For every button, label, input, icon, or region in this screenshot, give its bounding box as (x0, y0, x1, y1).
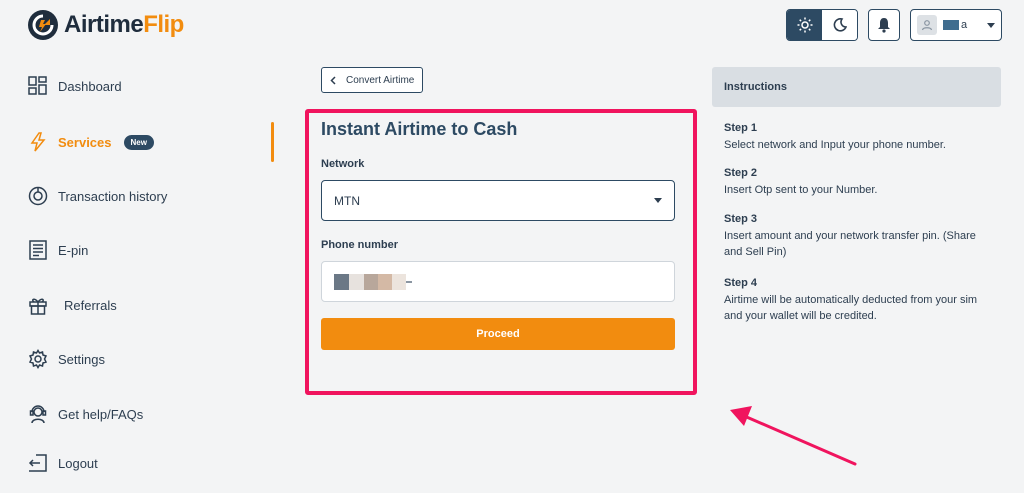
phone-number-input[interactable] (321, 261, 675, 302)
step-title: Step 4 (724, 277, 758, 289)
sidebar-item-services[interactable]: Services New (28, 132, 154, 152)
sidebar-item-settings[interactable]: Settings (28, 349, 105, 369)
page-title: Instant Airtime to Cash (321, 119, 518, 139)
new-badge: New (123, 134, 154, 150)
sidebar-item-label: Logout (58, 455, 98, 471)
instruction-step: Step 1 Select network and Input your pho… (724, 122, 994, 153)
user-icon (921, 20, 933, 31)
sun-icon (797, 17, 812, 33)
user-name-suffix: a (961, 19, 968, 31)
app-logo[interactable]: AirtimeFlip (28, 10, 184, 40)
redacted-phone-number (334, 273, 412, 290)
gift-icon (28, 295, 48, 315)
network-value: MTN (334, 193, 360, 208)
sidebar-item-label: Transaction history (58, 188, 168, 204)
sidebar-item-label: Dashboard (58, 78, 122, 94)
breadcrumb-label: Convert Airtime (346, 74, 415, 86)
step-text: Insert Otp sent to your Number. (724, 184, 878, 196)
network-label: Network (321, 158, 365, 170)
highlight-box (305, 109, 697, 395)
sidebar-item-referrals[interactable]: Referrals (28, 295, 117, 315)
active-indicator (271, 122, 274, 162)
step-text: Insert amount and your network transfer … (724, 230, 976, 258)
user-name: a (943, 19, 967, 31)
support-icon (28, 404, 48, 424)
history-icon (28, 186, 48, 206)
sidebar-item-label: Settings (58, 351, 105, 367)
sidebar-item-label: Services (58, 134, 112, 150)
logo-text: AirtimeFlip (64, 11, 184, 39)
instruction-step: Step 4 Airtime will be automatically ded… (724, 277, 994, 324)
sidebar-item-label: Get help/FAQs (58, 406, 144, 422)
receipt-icon (28, 240, 48, 260)
sidebar-item-help[interactable]: Get help/FAQs (28, 404, 143, 424)
notifications-button[interactable] (868, 9, 900, 41)
sidebar-item-dashboard[interactable]: Dashboard (28, 76, 122, 96)
instruction-step: Step 3 Insert amount and your network tr… (724, 213, 994, 260)
logo-text-part2: Flip (143, 11, 184, 38)
dashboard-icon (28, 76, 48, 96)
moon-icon (833, 18, 847, 32)
step-title: Step 1 (724, 122, 758, 134)
sidebar-item-transaction-history[interactable]: Transaction history (28, 186, 167, 206)
sidebar-item-logout[interactable]: Logout (28, 453, 98, 473)
sidebar-item-label: E-pin (58, 242, 89, 258)
step-text: Select network and Input your phone numb… (724, 139, 946, 151)
back-button[interactable]: Convert Airtime (321, 67, 424, 93)
annotation-arrow-icon (730, 406, 857, 466)
chevron-down-icon (987, 22, 995, 28)
sidebar-item-e-pin[interactable]: E-pin (28, 240, 88, 260)
chevron-down-icon (654, 198, 662, 203)
step-text: Airtime will be automatically deducted f… (724, 294, 978, 322)
chevron-left-icon (330, 75, 336, 85)
bell-icon (878, 18, 890, 33)
instructions-header: Instructions (712, 67, 1001, 107)
avatar (917, 15, 937, 35)
instruction-step: Step 2 Insert Otp sent to your Number. (724, 167, 994, 198)
redacted-name (943, 20, 959, 30)
lightning-icon (28, 132, 48, 152)
light-mode-button[interactable] (787, 10, 822, 40)
logo-mark-icon (28, 10, 58, 40)
header-actions: a (786, 9, 1002, 41)
network-select[interactable]: MTN (321, 180, 675, 221)
phone-label: Phone number (321, 239, 399, 251)
logout-icon (28, 453, 48, 473)
step-title: Step 3 (724, 213, 758, 225)
user-menu-button[interactable]: a (910, 9, 1002, 41)
dark-mode-button[interactable] (822, 10, 857, 40)
step-title: Step 2 (724, 167, 758, 179)
logo-text-part1: Airtime (64, 11, 144, 38)
proceed-button[interactable]: Proceed (321, 318, 675, 350)
gear-icon (28, 349, 48, 369)
sidebar-item-label: Referrals (64, 297, 117, 313)
theme-toggle (786, 9, 858, 41)
